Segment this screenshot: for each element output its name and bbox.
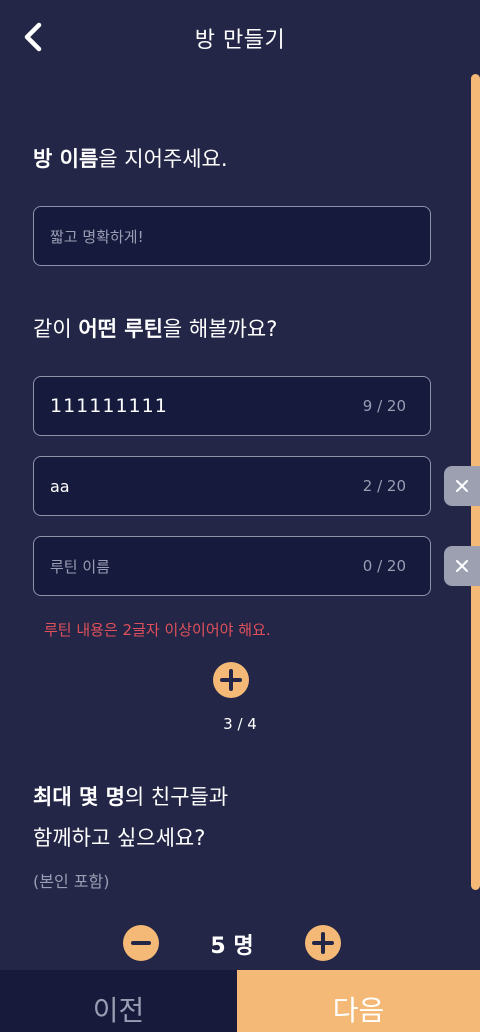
member-count-value: 5 명 [210, 934, 254, 959]
routine-input-1-value: 111111111 [50, 395, 168, 417]
routine-error-message: 루틴 내용은 2글자 이상이어야 해요. [44, 621, 271, 639]
routine-2-delete-button[interactable] [444, 466, 480, 506]
routine-input-1[interactable]: 111111111 9 / 20 [33, 376, 431, 436]
routine-heading: 같이 어떤 루틴을 해볼까요? [33, 313, 277, 343]
minus-icon [131, 941, 151, 945]
routine-heading-bold: 어떤 루틴 [78, 317, 163, 341]
members-heading-line1: 최대 몇 명의 친구들과 [33, 781, 228, 811]
routine-heading-prefix: 같이 [33, 317, 79, 341]
routine-input-2-counter: 2 / 20 [362, 477, 406, 495]
footer-nav: 이전 다음 [0, 970, 480, 1032]
routine-input-2[interactable]: aa 2 / 20 [33, 456, 431, 516]
room-name-heading-rest: 을 지어주세요. [98, 147, 228, 171]
page-title: 방 만들기 [194, 28, 286, 53]
routine-input-1-counter: 9 / 20 [362, 397, 406, 415]
routine-3-delete-button[interactable] [444, 546, 480, 586]
members-hint: (본인 포함) [33, 872, 110, 891]
plus-icon [312, 932, 334, 954]
add-routine-button[interactable] [213, 662, 249, 698]
increase-members-button[interactable] [305, 925, 341, 961]
previous-button[interactable]: 이전 [0, 970, 237, 1032]
routine-heading-rest: 을 해볼까요? [162, 317, 278, 341]
room-name-heading: 방 이름을 지어주세요. [33, 143, 228, 173]
app-header: 방 만들기 [0, 0, 480, 74]
decrease-members-button[interactable] [123, 925, 159, 961]
room-name-placeholder: 짧고 명확하게! [50, 227, 144, 246]
room-name-input[interactable]: 짧고 명확하게! [33, 206, 431, 266]
routine-input-3[interactable]: 루틴 이름 0 / 20 [33, 536, 431, 596]
plus-icon [220, 669, 242, 691]
members-heading-rest: 의 친구들과 [124, 785, 229, 809]
members-heading-bold: 최대 몇 명 [33, 785, 125, 809]
room-name-heading-bold: 방 이름 [33, 147, 99, 171]
close-icon [456, 480, 468, 492]
routine-input-3-placeholder: 루틴 이름 [50, 557, 110, 576]
members-heading-line2: 함께하고 싶으세요? [33, 826, 206, 850]
next-button[interactable]: 다음 [237, 970, 480, 1032]
close-icon [456, 560, 468, 572]
routine-input-2-value: aa [50, 476, 70, 496]
routine-input-3-counter: 0 / 20 [362, 557, 406, 575]
routine-count: 3 / 4 [223, 715, 257, 733]
